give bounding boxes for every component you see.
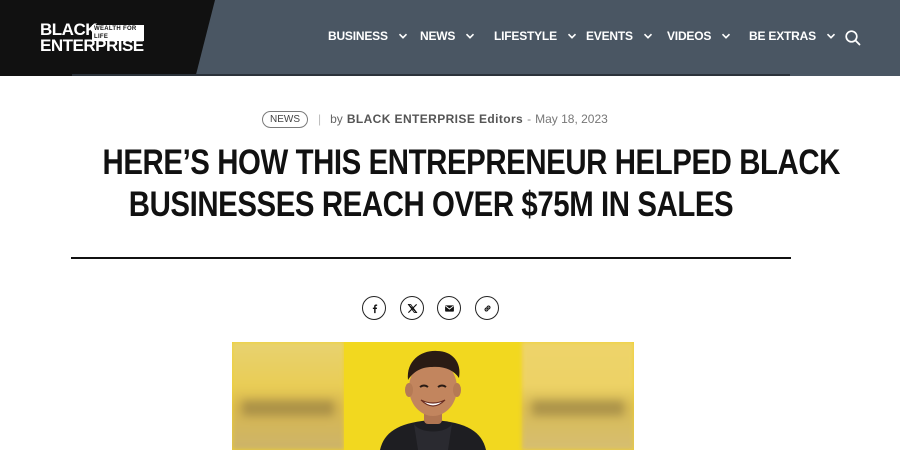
share-email-button[interactable] [437,296,461,320]
logo-tagline: WEALTH FOR LIFE [92,25,144,41]
chevron-down-icon [826,33,835,39]
copy-link-icon [483,304,491,312]
publish-date: May 18, 2023 [535,112,608,126]
share-copy-link-button[interactable] [475,296,499,320]
article-hero-image [232,342,634,450]
title-line-1: HERE’S HOW THIS ENTREPRENEUR HELPED BLAC… [102,143,841,182]
chevron-down-icon [722,33,731,39]
nav-item-be-extras[interactable]: BE EXTRAS [749,29,836,43]
nav-item-label: BUSINESS [328,29,388,43]
nav-item-videos[interactable]: VIDEOS [667,29,731,43]
title-line-2: BUSINESSES REACH OVER $75M IN SALES [128,185,734,224]
x-twitter-icon [407,303,417,313]
hero-blurred-edge-left [232,342,344,450]
nav-item-news[interactable]: NEWS [420,29,475,43]
byline-prefix: by [330,112,343,126]
hero-photo [344,342,522,450]
nav-item-label: VIDEOS [667,29,712,43]
nav-item-label: LIFESTYLE [494,29,557,43]
chevron-down-icon [466,33,475,39]
nav-item-label: NEWS [420,29,456,43]
nav-item-events[interactable]: EVENTS [586,29,653,43]
person-photo [380,350,486,450]
date-separator: - [527,112,532,126]
category-badge[interactable]: NEWS [262,110,308,128]
hero-blurred-edge-right [522,342,634,450]
meta-divider: | [318,112,322,126]
title-divider [71,257,791,259]
share-facebook-button[interactable] [362,296,386,320]
chevron-down-icon [398,33,407,39]
nav-item-lifestyle[interactable]: LIFESTYLE [494,29,577,43]
nav-item-business[interactable]: BUSINESS [328,29,408,43]
search-icon[interactable] [844,29,862,47]
email-icon [444,304,454,312]
site-logo[interactable]: BLACK WEALTH FOR LIFE ENTERPRISE [40,21,144,54]
site-header: BLACK WEALTH FOR LIFE ENTERPRISE BUSINES… [0,0,900,76]
header-divider [72,74,790,76]
chevron-down-icon [567,33,576,39]
chevron-down-icon [643,33,652,39]
nav-item-label: BE EXTRAS [749,29,816,43]
article-meta: NEWS | by BLACK ENTERPRISE Editors - May… [262,110,608,128]
article-title: HERE’S HOW THIS ENTREPRENEUR HELPED BLAC… [102,142,841,226]
nav-item-label: EVENTS [586,29,633,43]
author-link[interactable]: BLACK ENTERPRISE Editors [347,112,523,126]
share-x-button[interactable] [400,296,424,320]
facebook-icon [372,304,377,313]
